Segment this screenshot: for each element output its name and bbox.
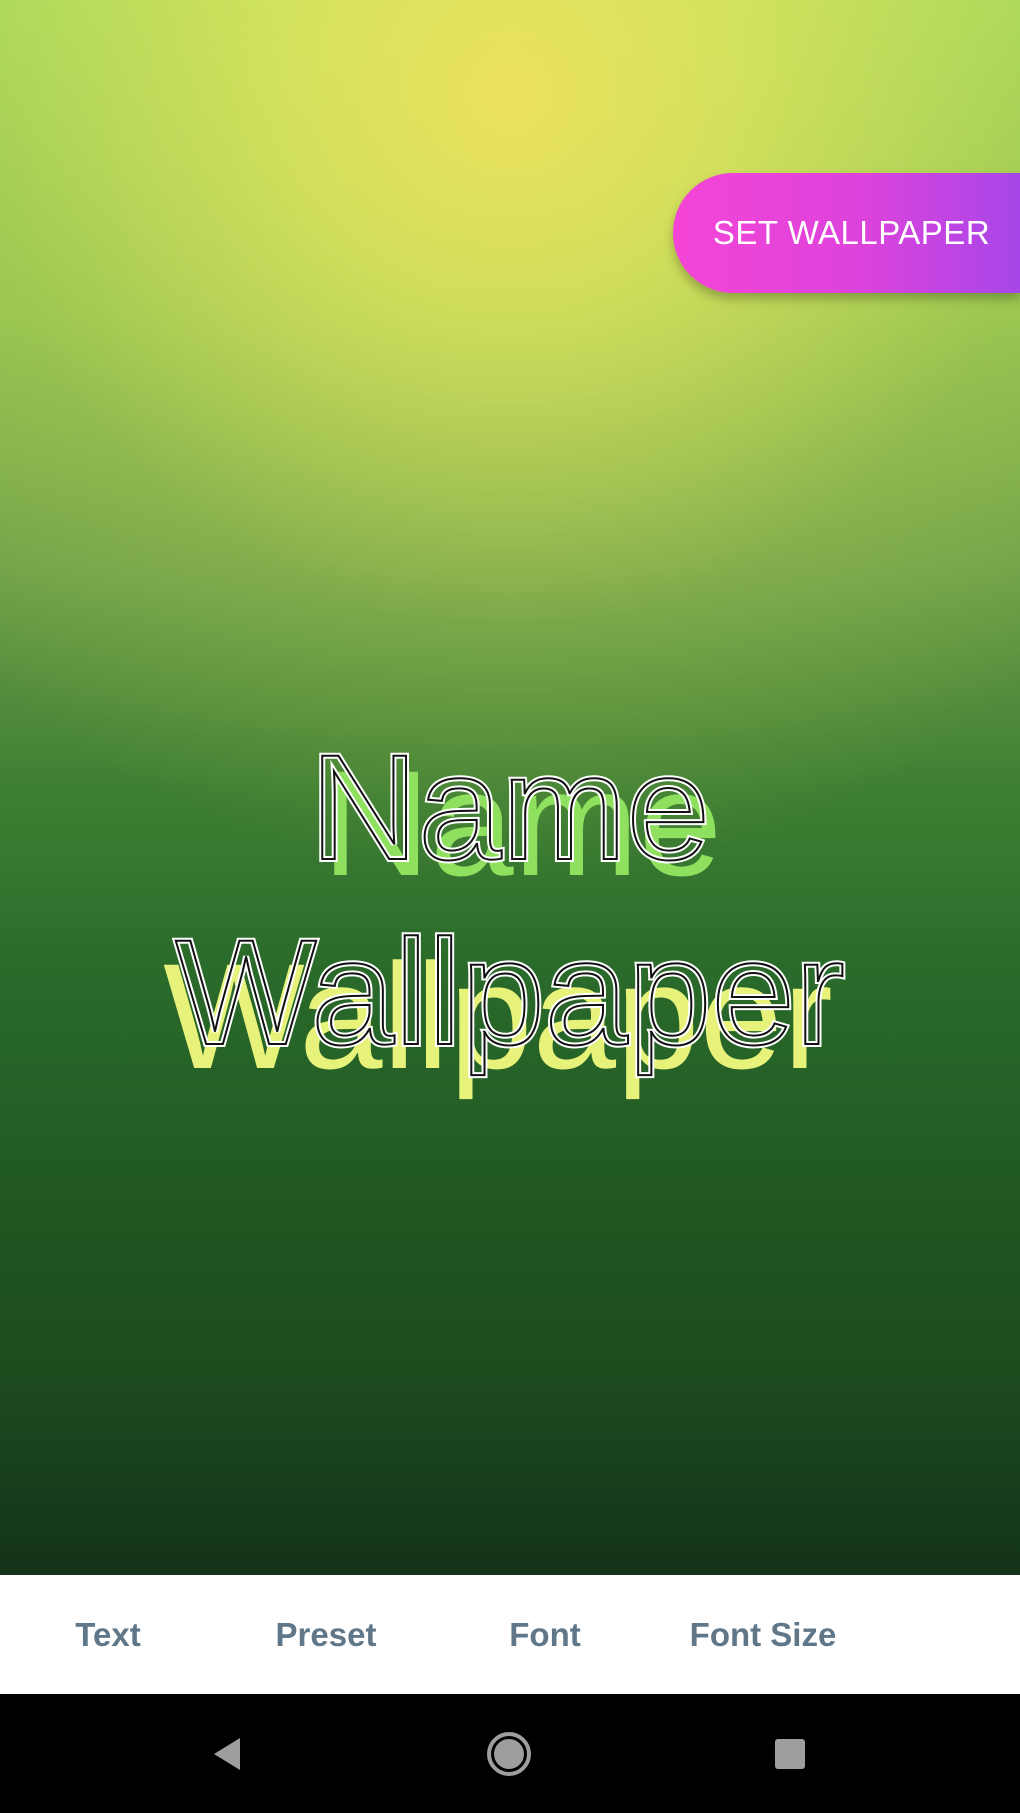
wallpaper-text[interactable]: Name Name Name Wallpaper Wallpaper Wallp…	[0, 723, 1020, 1102]
tab-font-size[interactable]: Font Size	[673, 1575, 853, 1694]
home-button[interactable]	[449, 1694, 569, 1813]
set-wallpaper-label: SET WALLPAPER	[712, 214, 991, 251]
back-triangle-icon	[214, 1737, 240, 1770]
set-wallpaper-button[interactable]: SET WALLPAPER	[673, 173, 1020, 293]
home-circle-icon	[487, 1731, 531, 1776]
wallpaper-text-line-1: Name Name Name	[0, 723, 1020, 917]
back-button[interactable]	[168, 1694, 288, 1813]
recents-square-icon	[775, 1738, 805, 1769]
wallpaper-text-line-2: Wallpaper Wallpaper Wallpaper	[0, 908, 1020, 1102]
tab-font[interactable]: Font	[485, 1575, 605, 1694]
wallpaper-preview: SET WALLPAPER Name Name Name Wallpaper W…	[0, 0, 1020, 1575]
text-inner-outline-line-1: Name	[309, 723, 711, 891]
tab-text[interactable]: Text	[38, 1575, 178, 1694]
bottom-tab-bar: Text Preset Font Font Size	[0, 1575, 1020, 1694]
tab-preset[interactable]: Preset	[256, 1575, 396, 1694]
system-navigation-bar	[0, 1694, 1020, 1813]
text-inner-outline-line-2: Wallpaper	[174, 908, 846, 1076]
recents-button[interactable]	[730, 1694, 850, 1813]
